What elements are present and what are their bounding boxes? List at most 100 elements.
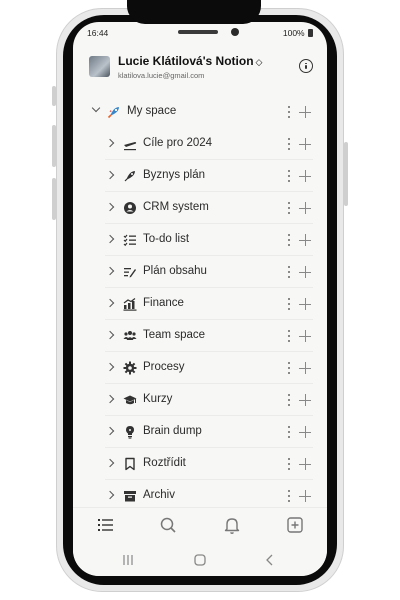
back-icon[interactable]	[261, 551, 279, 569]
more-icon[interactable]	[288, 170, 290, 182]
sidebar-item-label: Kurzy	[143, 393, 173, 405]
avatar[interactable]	[89, 56, 110, 77]
add-page-icon[interactable]	[299, 138, 311, 150]
more-icon[interactable]	[288, 458, 290, 470]
sidebar-item[interactable]: Cíle pro 2024	[73, 128, 327, 160]
chevron-right-icon[interactable]	[105, 138, 115, 148]
home-icon[interactable]	[191, 551, 209, 569]
chevron-right-icon[interactable]	[105, 298, 115, 308]
sidebar-item[interactable]: Kurzy	[73, 384, 327, 416]
more-options-button[interactable]	[299, 59, 313, 73]
recent-apps-icon[interactable]	[119, 551, 137, 569]
archive-icon	[123, 489, 137, 503]
chart-icon	[123, 297, 137, 311]
workspace-title: Lucie Klátilová's Notion	[118, 54, 254, 68]
checklist-icon	[123, 233, 137, 247]
rocket-icon	[107, 105, 121, 119]
add-page-icon[interactable]	[299, 202, 311, 214]
chevron-right-icon[interactable]	[105, 490, 115, 500]
sidebar-item-label: Team space	[143, 329, 206, 341]
sidebar-item[interactable]: Finance	[73, 288, 327, 320]
more-icon[interactable]	[288, 202, 290, 214]
battery-icon	[308, 29, 313, 37]
more-icon[interactable]	[288, 426, 290, 438]
search-icon[interactable]	[157, 514, 179, 536]
new-page-icon[interactable]	[284, 514, 306, 536]
add-page-icon[interactable]	[299, 458, 311, 470]
sidebar-item[interactable]: To-do list	[73, 224, 327, 256]
sidebar-item-label: Cíle pro 2024	[143, 137, 213, 149]
sidebar-item-label: Archiv	[143, 489, 175, 501]
chevron-right-icon[interactable]	[105, 202, 115, 212]
add-page-icon[interactable]	[299, 330, 311, 342]
sidebar-item-label: Plán obsahu	[143, 265, 207, 277]
phone-camera	[231, 28, 239, 36]
sidebar-item-label: My space	[127, 105, 177, 117]
more-icon[interactable]	[288, 266, 290, 278]
sidebar-item[interactable]: Roztřídit	[73, 448, 327, 480]
more-icon[interactable]	[288, 298, 290, 310]
sidebar-item-label: Brain dump	[143, 425, 202, 437]
sidebar-item[interactable]: Procesy	[73, 352, 327, 384]
add-page-icon[interactable]	[299, 490, 311, 502]
switch-workspace-icon[interactable]: ◇	[256, 57, 263, 67]
gear-icon	[123, 361, 137, 375]
sidebar-item[interactable]: Byznys plán	[73, 160, 327, 192]
sidebar-item-label: Finance	[143, 297, 184, 309]
add-page-icon[interactable]	[299, 266, 311, 278]
sidebar-item[interactable]: Brain dump	[73, 416, 327, 448]
bottom-tab-bar	[73, 507, 327, 542]
workspace-header[interactable]: Lucie Klátilová's Notion ◇ klatilova.luci…	[73, 52, 327, 88]
sidebar-item[interactable]: Team space	[73, 320, 327, 352]
lightbulb-icon	[123, 425, 137, 439]
more-icon[interactable]	[288, 394, 290, 406]
chevron-down-icon[interactable]	[91, 103, 101, 113]
chevron-right-icon[interactable]	[105, 458, 115, 468]
list-icon[interactable]	[95, 514, 117, 536]
add-page-icon[interactable]	[299, 170, 311, 182]
more-icon[interactable]	[288, 138, 290, 150]
more-icon[interactable]	[288, 106, 290, 118]
chevron-right-icon[interactable]	[105, 234, 115, 244]
sidebar-item[interactable]: Plán obsahu	[73, 256, 327, 288]
bell-icon[interactable]	[221, 514, 243, 536]
system-nav-bar	[73, 543, 327, 576]
chevron-right-icon[interactable]	[105, 426, 115, 436]
battery-percent: 100%	[282, 28, 305, 38]
phone-side-button	[52, 125, 56, 167]
status-bar: 16:44 100%	[73, 26, 327, 42]
team-icon	[123, 329, 137, 343]
app-screen: 16:44 100% Lucie Klátilová's Notion ◇ kla…	[73, 22, 327, 576]
more-icon[interactable]	[288, 362, 290, 374]
add-page-icon[interactable]	[299, 362, 311, 374]
phone-notch	[127, 0, 261, 24]
chevron-right-icon[interactable]	[105, 266, 115, 276]
phone-side-button	[52, 86, 56, 106]
graduation-cap-icon	[123, 393, 137, 407]
status-time: 16:44	[87, 28, 109, 38]
chevron-right-icon[interactable]	[105, 394, 115, 404]
add-page-icon[interactable]	[299, 234, 311, 246]
sidebar-item-label: Procesy	[143, 361, 185, 373]
sidebar-section-my-space[interactable]: My space	[73, 96, 327, 128]
edit-list-icon	[123, 265, 137, 279]
more-icon[interactable]	[288, 234, 290, 246]
more-icon[interactable]	[288, 490, 290, 502]
airplane-icon	[123, 137, 137, 151]
add-page-icon[interactable]	[299, 106, 311, 118]
user-circle-icon	[123, 201, 137, 215]
more-icon[interactable]	[288, 330, 290, 342]
chevron-right-icon[interactable]	[105, 362, 115, 372]
add-page-icon[interactable]	[299, 426, 311, 438]
phone-speaker	[178, 30, 218, 34]
rocket-icon	[123, 169, 137, 183]
workspace-name[interactable]: Lucie Klátilová's Notion ◇	[118, 54, 262, 68]
chevron-right-icon[interactable]	[105, 330, 115, 340]
sidebar-item[interactable]: CRM system	[73, 192, 327, 224]
phone-side-button	[344, 142, 348, 206]
add-page-icon[interactable]	[299, 298, 311, 310]
sidebar-tree: My space Cíle pro 2024 Byznys plán CRM syst…	[73, 96, 327, 512]
sidebar-item-label: Roztřídit	[143, 457, 186, 469]
add-page-icon[interactable]	[299, 394, 311, 406]
chevron-right-icon[interactable]	[105, 170, 115, 180]
